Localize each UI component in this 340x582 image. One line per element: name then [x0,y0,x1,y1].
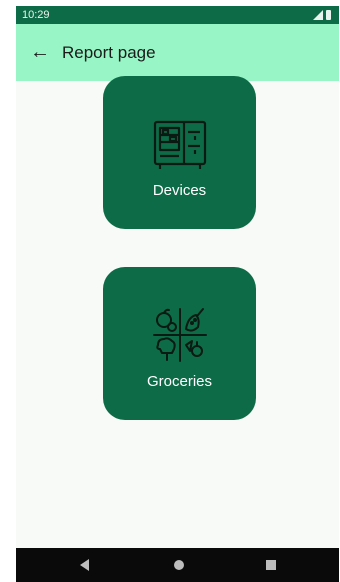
devices-label: Devices [152,182,207,199]
system-nav-bar [16,548,339,582]
nav-home-icon[interactable] [174,560,184,570]
groceries-label: Groceries [146,373,213,390]
status-time: 10:29 [22,9,50,21]
app-bar: ← Report page [16,24,339,81]
battery-icon [326,10,331,20]
devices-card[interactable]: Devices [103,76,256,229]
nav-back-icon[interactable] [80,559,89,571]
fridge-icon [153,120,206,169]
back-button[interactable]: ← [18,31,62,75]
groceries-card[interactable]: Groceries [103,267,256,420]
nav-recents-icon[interactable] [266,560,276,570]
groceries-icon [152,308,207,362]
signal-icon [313,10,323,20]
page-title: Report page [62,42,156,62]
app-screen: 10:29 ← Report page Devices Groceries [16,6,339,582]
arrow-left-icon: ← [30,41,50,63]
status-bar: 10:29 [16,6,339,24]
status-icons [313,10,331,20]
